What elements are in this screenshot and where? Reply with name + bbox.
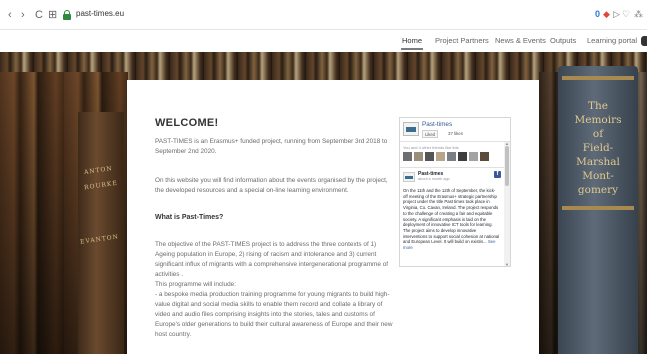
apps-icon[interactable]: ⊞ (48, 9, 57, 21)
fb-post-text: On the 11th and the 12th of September, t… (403, 188, 500, 251)
shield-extension-icon[interactable]: ◆ (603, 9, 610, 20)
cast-icon[interactable]: ▷ (613, 9, 620, 20)
site-nav: Home Project Partners News & Events Outp… (0, 30, 647, 52)
programme-intro: This programme will include: (155, 281, 236, 288)
book-title-line: Memoirs (574, 114, 622, 126)
friend-avatar[interactable] (469, 152, 478, 161)
forward-icon[interactable]: › (21, 9, 25, 21)
fb-friend-faces (403, 152, 503, 161)
browser-toolbar: ‹ › C ⊞ past-times.eu 0 ◆ ▷ ♡ ⁂ (0, 0, 647, 30)
back-icon[interactable]: ‹ (8, 9, 12, 21)
spine-text: EVANTON (79, 233, 120, 246)
facebook-icon: f (494, 171, 501, 178)
content-card: WELCOME! PAST-TIMES is an Erasmus+ funde… (127, 80, 539, 354)
active-nav-indicator (401, 48, 423, 50)
programme-item: - a bespoke media production training pr… (155, 291, 393, 338)
url-text: past-times.eu (76, 9, 125, 18)
fb-post-date[interactable]: about a month ago (418, 177, 450, 181)
fb-post: Past-times about a month ago f On the 11… (400, 167, 510, 266)
post-avatar[interactable] (403, 172, 415, 182)
extension-icon[interactable]: ⁂ (634, 9, 643, 20)
scroll-thumb[interactable] (505, 146, 509, 186)
book-title-line: Field- (582, 142, 614, 154)
lock-icon (63, 10, 71, 20)
heart-icon[interactable]: ♡ (622, 9, 630, 20)
memoirs-book: The Memoirs of Field- Marshal Mont- gome… (558, 66, 638, 354)
reload-icon[interactable]: C (35, 9, 43, 21)
friend-avatar[interactable] (414, 152, 423, 161)
page-avatar[interactable] (403, 122, 419, 136)
nav-menu-handle[interactable] (641, 36, 647, 46)
facebook-widget[interactable]: Past-times Liked 37 likes You and 4 othe… (399, 117, 511, 267)
scroll-down-icon[interactable]: ▼ (504, 263, 510, 267)
fb-page-name[interactable]: Past-times (422, 121, 452, 128)
book-title-line: gomery (577, 184, 619, 196)
book-title-line: Mont- (582, 170, 614, 182)
section-heading: What is Past-Times? (155, 214, 224, 221)
fb-friends-text: You and 4 other friends like this (403, 145, 459, 150)
intro-paragraph: PAST-TIMES is an Erasmus+ funded project… (155, 138, 388, 155)
friend-avatar[interactable] (447, 152, 456, 161)
fb-scrollbar[interactable]: ▲ ▼ (504, 142, 510, 267)
friend-avatar[interactable] (458, 152, 467, 161)
nav-news-events[interactable]: News & Events (495, 36, 546, 45)
nav-project-partners[interactable]: Project Partners (435, 36, 489, 45)
fb-post-body: On the 11th and the 12th of September, t… (403, 188, 500, 245)
nav-learning-portal[interactable]: Learning portal (587, 36, 637, 45)
left-book-spine: ANTON ROURKE EVANTON (78, 112, 124, 354)
friend-avatar[interactable] (480, 152, 489, 161)
book-title-line: Marshal (576, 156, 620, 168)
page-title: WELCOME! (155, 117, 219, 129)
objective-paragraph: The objective of the PAST-TIMES project … (155, 241, 389, 278)
friend-avatar[interactable] (425, 152, 434, 161)
ublock-icon[interactable]: 0 (595, 9, 600, 20)
nav-home[interactable]: Home (402, 36, 422, 45)
intro-paragraph: On this website you will find informatio… (155, 177, 388, 194)
friend-avatar[interactable] (436, 152, 445, 161)
friend-avatar[interactable] (403, 152, 412, 161)
nav-outputs[interactable]: Outputs (550, 36, 576, 45)
fb-likes-count: 37 likes (448, 131, 463, 136)
fb-header: Past-times Liked 37 likes (400, 118, 510, 142)
spine-text: ROURKE (83, 179, 119, 192)
spine-text: ANTON (83, 165, 114, 176)
address-bar[interactable]: past-times.eu (60, 8, 580, 23)
book-title-line: of (592, 128, 604, 140)
book-title-line: The (588, 100, 608, 112)
fb-like-button[interactable]: Liked (422, 130, 439, 138)
